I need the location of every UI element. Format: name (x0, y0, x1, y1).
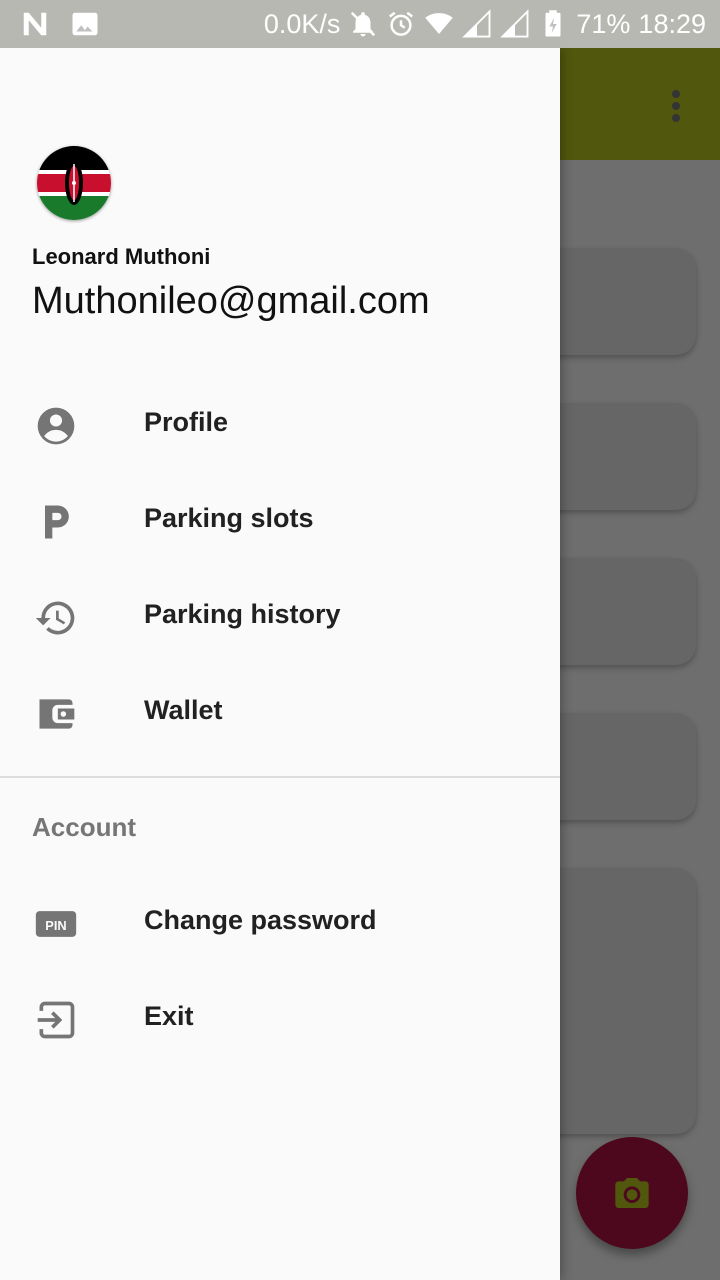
notification-n-icon (23, 12, 47, 36)
parking-icon (45, 505, 69, 539)
divider (0, 776, 560, 778)
battery-level: 71% (576, 8, 631, 39)
navigation-drawer: Leonard Muthoni Muthonileo@gmail.com Pro… (0, 48, 560, 1280)
menu-item-parking-slots[interactable]: Parking slots (0, 473, 560, 569)
menu-item-label: Wallet (144, 695, 223, 725)
history-icon (35, 601, 75, 635)
menu-item-label: Exit (144, 1001, 194, 1031)
menu-item-wallet[interactable]: Wallet (0, 665, 560, 761)
clock: 18:29 (638, 8, 706, 39)
menu-item-label: Change password (144, 905, 377, 935)
account-circle-icon (37, 407, 75, 445)
signal-icon (462, 9, 491, 38)
menu-item-change-password[interactable]: PIN Change password (0, 875, 560, 971)
network-speed: 0.0K/s (263, 8, 341, 39)
wifi-icon (425, 13, 454, 34)
svg-text:PIN: PIN (45, 918, 66, 933)
menu-item-profile[interactable]: Profile (0, 377, 560, 473)
exit-icon (37, 1001, 75, 1039)
user-email: Muthonileo@gmail.com (32, 280, 430, 322)
avatar[interactable] (37, 146, 111, 220)
menu-item-parking-history[interactable]: Parking history (0, 569, 560, 665)
menu-item-exit[interactable]: Exit (0, 971, 560, 1067)
wallet-icon (39, 699, 75, 729)
user-name: Leonard Muthoni (32, 244, 211, 269)
image-icon (72, 12, 98, 36)
battery-charging-icon (545, 10, 561, 37)
menu-item-label: Profile (144, 407, 229, 437)
signal-icon (500, 9, 529, 38)
menu-item-label: Parking slots (144, 503, 314, 533)
mute-icon (351, 11, 376, 37)
status-bar: 0.0K/s 71% 18:29 (0, 0, 720, 48)
alarm-icon (389, 11, 414, 36)
pin-icon: PIN (35, 911, 77, 937)
kenya-flag-icon (37, 146, 111, 220)
section-header-account: Account (32, 812, 136, 842)
menu-item-label: Parking history (144, 599, 341, 629)
